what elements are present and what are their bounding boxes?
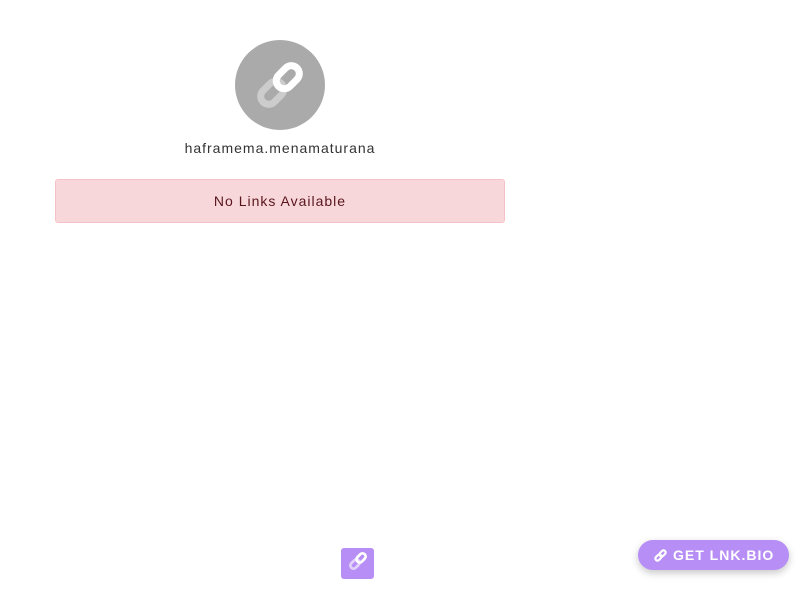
link-icon: [347, 550, 369, 577]
page: haframema.menamaturana No Links Availabl…: [0, 0, 800, 600]
link-icon: [252, 57, 308, 113]
alert-message: No Links Available: [213, 193, 347, 209]
footer-logo-button[interactable]: [341, 548, 374, 579]
no-links-alert: No Links Available: [55, 179, 505, 223]
get-lnk-bio-button[interactable]: GET LNK.BIO: [638, 540, 790, 570]
profile-username: haframema.menamaturana: [184, 140, 376, 156]
cta-label: GET LNK.BIO: [673, 547, 775, 563]
avatar: [235, 40, 325, 130]
profile-header: haframema.menamaturana: [55, 40, 505, 157]
link-icon: [653, 548, 668, 563]
